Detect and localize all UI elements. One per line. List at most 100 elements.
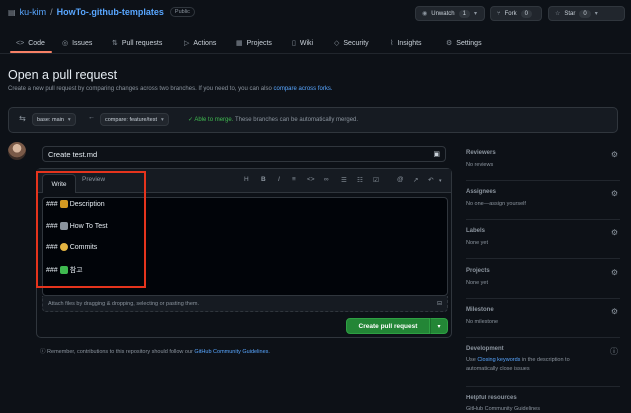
code-icon: <> bbox=[16, 39, 25, 47]
guidelines-note: ⓘ Remember, contributions to this reposi… bbox=[40, 347, 270, 355]
page-subtitle: Create a new pull request by comparing c… bbox=[8, 86, 333, 92]
tab-projects[interactable]: ▦ Projects bbox=[236, 36, 272, 50]
bulleted-list-icon[interactable]: ☰ bbox=[341, 176, 347, 184]
gear-icon: ⚙ bbox=[446, 40, 453, 47]
pr-title-input[interactable]: Create test.md ▣ bbox=[42, 146, 446, 162]
helpful-resources-link[interactable]: GitHub Community Guidelines bbox=[466, 406, 620, 412]
sidebar-projects[interactable]: Projects None yet ⚙ bbox=[466, 268, 620, 292]
reply-icon[interactable]: ↶ bbox=[428, 176, 433, 184]
reviewers-value: No reviews bbox=[466, 162, 494, 168]
gear-icon[interactable]: ⚙ bbox=[611, 189, 618, 198]
sidebar-divider bbox=[466, 337, 620, 338]
merge-status: ✓ Able to merge. These branches can be a… bbox=[188, 116, 358, 123]
avatar[interactable] bbox=[8, 142, 26, 160]
tab-label: Security bbox=[343, 39, 369, 47]
cross-reference-icon[interactable]: ↗ bbox=[413, 176, 418, 184]
book-icon: ▯ bbox=[292, 40, 296, 47]
check-icon: ✓ bbox=[188, 117, 194, 123]
development-title: Development bbox=[466, 346, 504, 352]
link-icon[interactable]: ∞ bbox=[324, 176, 329, 183]
unwatch-label: Unwatch bbox=[431, 10, 455, 17]
guidelines-link[interactable]: GitHub Community Guidelines. bbox=[194, 349, 270, 355]
milestone-title: Milestone bbox=[466, 307, 494, 313]
sidebar-reviewers[interactable]: Reviewers No reviews ⚙ bbox=[466, 150, 620, 174]
highlight-box bbox=[36, 171, 146, 288]
shield-icon: ◇ bbox=[334, 40, 340, 47]
unwatch-count: 1 bbox=[458, 9, 470, 18]
pr-title-value: Create test.md bbox=[48, 149, 98, 159]
gear-icon[interactable]: ⚙ bbox=[611, 228, 618, 237]
tab-insights[interactable]: ⌇ Insights bbox=[390, 36, 422, 50]
unwatch-button[interactable]: ◉ Unwatch 1 ▾ bbox=[415, 6, 485, 21]
repo-name-link[interactable]: HowTo-.github-templates bbox=[57, 7, 164, 17]
base-branch-select[interactable]: base: main ▾ bbox=[32, 113, 76, 126]
fork-button[interactable]: ⑂ Fork 0 bbox=[490, 6, 542, 21]
visibility-badge: Public bbox=[169, 7, 195, 17]
milestone-value: No milestone bbox=[466, 319, 499, 325]
tab-label: Settings bbox=[456, 39, 482, 47]
create-pull-request-button[interactable]: Create pull request bbox=[346, 318, 430, 334]
star-icon: ☆ bbox=[555, 11, 561, 17]
sidebar-divider bbox=[466, 258, 620, 259]
tab-security[interactable]: ◇ Security bbox=[334, 36, 369, 50]
attach-bar[interactable]: Attach files by dragging & dropping, sel… bbox=[42, 296, 448, 312]
tab-label: Issues bbox=[72, 39, 93, 47]
arrow-left-icon: ← bbox=[88, 114, 95, 121]
helpful-resources-title: Helpful resources bbox=[466, 395, 517, 401]
info-icon[interactable]: ⓘ bbox=[610, 346, 618, 357]
tab-pull-requests[interactable]: ⇅ Pull requests bbox=[112, 36, 162, 50]
compare-forks-link[interactable]: compare across forks. bbox=[274, 86, 333, 92]
heading-icon[interactable]: H bbox=[244, 176, 249, 183]
create-options-dropdown[interactable]: ▾ bbox=[430, 318, 448, 334]
task-list-icon[interactable]: ☑ bbox=[373, 176, 379, 184]
tab-code[interactable]: <> Code bbox=[16, 36, 45, 50]
repo-header: ▤ ku-kim / HowTo-.github-templates Publi… bbox=[8, 7, 195, 17]
sidebar-labels[interactable]: Labels None yet ⚙ bbox=[466, 228, 620, 252]
repo-icon: ▤ bbox=[8, 7, 16, 17]
guidelines-text: Remember, contributions to this reposito… bbox=[47, 349, 193, 355]
merge-status-label: Able to merge. bbox=[194, 117, 234, 123]
mention-icon[interactable]: @ bbox=[397, 176, 404, 183]
repo-owner-link[interactable]: ku-kim bbox=[20, 7, 47, 17]
tab-label: Insights bbox=[397, 39, 422, 47]
labels-title: Labels bbox=[466, 228, 486, 234]
eye-icon: ◉ bbox=[422, 11, 428, 17]
sidebar-assignees[interactable]: Assignees No one—assign yourself ⚙ bbox=[466, 189, 620, 213]
projects-title: Projects bbox=[466, 268, 490, 274]
tab-label: Wiki bbox=[299, 39, 314, 47]
gear-icon[interactable]: ⚙ bbox=[611, 150, 618, 159]
closing-keywords-link[interactable]: Closing keywords bbox=[477, 357, 520, 363]
quote-icon[interactable]: ≡ bbox=[292, 176, 296, 183]
tab-issues[interactable]: ◎ Issues bbox=[62, 36, 92, 50]
compare-branch-label: compare: feature/test bbox=[105, 116, 157, 123]
development-prefix: Use bbox=[466, 357, 476, 363]
tab-wiki[interactable]: ▯ Wiki bbox=[292, 36, 313, 50]
star-button[interactable]: ☆ Star 0 ▾ bbox=[548, 6, 625, 21]
issue-icon: ◎ bbox=[62, 40, 69, 47]
gear-icon[interactable]: ⚙ bbox=[611, 268, 618, 277]
compare-icon: ⇆ bbox=[19, 114, 26, 123]
bold-icon[interactable]: B bbox=[261, 176, 266, 183]
attach-hint: Attach files by dragging & dropping, sel… bbox=[48, 300, 200, 307]
fork-label: Fork bbox=[504, 10, 517, 17]
numbered-list-icon[interactable]: ☷ bbox=[357, 176, 363, 184]
compare-branch-select[interactable]: compare: feature/test ▾ bbox=[100, 113, 169, 126]
subtitle-text: Create a new pull request by comparing c… bbox=[8, 86, 272, 92]
repo-separator: / bbox=[50, 7, 53, 17]
code-icon[interactable]: <> bbox=[307, 176, 315, 183]
fork-icon: ⑂ bbox=[497, 10, 501, 17]
star-count: 0 bbox=[579, 9, 591, 18]
sidebar-milestone[interactable]: Milestone No milestone ⚙ bbox=[466, 307, 620, 331]
reviewers-title: Reviewers bbox=[466, 150, 496, 156]
pull-request-icon: ⇅ bbox=[112, 40, 118, 47]
tabs-divider bbox=[0, 53, 631, 54]
tab-settings[interactable]: ⚙ Settings bbox=[446, 36, 482, 50]
graph-icon: ⌇ bbox=[390, 40, 394, 47]
form-icon: ▣ bbox=[433, 151, 440, 158]
chevron-down-icon[interactable]: ▾ bbox=[439, 178, 442, 184]
gear-icon[interactable]: ⚙ bbox=[611, 307, 618, 316]
info-icon: ⓘ bbox=[40, 349, 46, 355]
italic-icon[interactable]: I bbox=[278, 176, 280, 183]
markdown-icon: ⊟ bbox=[436, 301, 442, 307]
tab-actions[interactable]: ▷ Actions bbox=[184, 36, 216, 50]
